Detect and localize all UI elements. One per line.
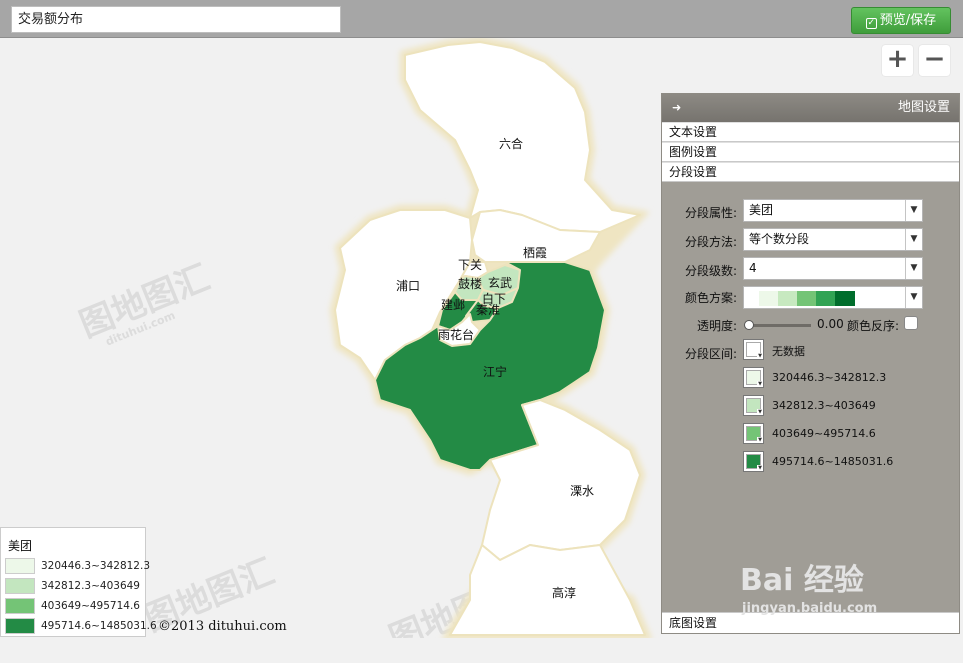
color-scheme-swatches (759, 291, 855, 306)
legend-swatch (5, 558, 35, 574)
chevron-down-icon: ▼ (757, 381, 763, 387)
zoom-in-button[interactable]: + (882, 45, 913, 76)
preview-save-button[interactable]: ✓ 预览/保存 (851, 7, 951, 34)
range-label: 495714.6~1485031.6 (772, 455, 894, 468)
reverse-colors-checkbox[interactable] (904, 316, 918, 330)
levels-label: 分段级数: (684, 264, 737, 278)
district-label: 高淳 (552, 585, 576, 600)
range-color-swatch[interactable]: ▼ (743, 367, 764, 388)
ranges-label: 分段区间: (684, 347, 737, 361)
range-label: 342812.3~403649 (772, 399, 876, 412)
attribute-select[interactable]: 美团 ▼ (743, 199, 923, 222)
levels-select[interactable]: 4 ▼ (743, 257, 923, 280)
legend-title: 美团 (8, 539, 33, 553)
baidu-logo-text: Bai 经验 (740, 563, 864, 598)
chevron-down-icon: ▼ (757, 353, 763, 359)
district-label: 浦口 (396, 279, 420, 293)
method-label: 分段方法: (684, 235, 737, 249)
range-color-swatch[interactable]: ▼ (743, 451, 764, 472)
attribute-value: 美团 (749, 203, 774, 217)
tab-legend-settings[interactable]: 图例设置 (662, 142, 959, 162)
opacity-slider-handle[interactable] (744, 320, 754, 330)
method-select[interactable]: 等个数分段 ▼ (743, 228, 923, 251)
district-label: 江宁 (483, 364, 507, 379)
district-gaochun[interactable] (449, 544, 646, 636)
zoom-out-button[interactable]: − (919, 45, 950, 76)
color-scheme-swatch (778, 291, 798, 306)
map-settings-panel: ➜ 地图设置 文本设置 图例设置 分段设置 分段属性: 美团 ▼ 分段方法: 等… (661, 93, 960, 634)
range-color-swatch[interactable]: ▼ (743, 339, 764, 360)
district-label: 下关 (458, 258, 482, 272)
top-toolbar: 交易额分布 ✓ 预览/保存 (0, 0, 963, 38)
color-scheme-swatch (759, 291, 779, 306)
chevron-down-icon[interactable]: ▼ (905, 200, 922, 221)
range-label: 无数据 (772, 345, 805, 358)
opacity-value: 0.00 (817, 317, 844, 331)
panel-header[interactable]: ➜ 地图设置 (662, 94, 959, 122)
legend-swatch (5, 598, 35, 614)
copyright-text: ©2013 dituhui.com (158, 619, 287, 634)
range-color-swatch[interactable]: ▼ (743, 423, 764, 444)
district-label: 雨花台 (438, 327, 474, 342)
range-label: 403649~495714.6 (772, 427, 876, 440)
legend-label: 342812.3~403649 (41, 580, 140, 592)
color-scheme-swatch (835, 291, 855, 306)
reverse-colors-label: 颜色反序: (847, 319, 900, 333)
district-label: 鼓楼 (458, 276, 482, 291)
preview-save-label: 预览/保存 (879, 13, 937, 28)
chevron-down-icon: ▼ (757, 409, 763, 415)
legend-swatch (5, 618, 35, 634)
map-title-input[interactable]: 交易额分布 (11, 6, 341, 33)
range-color-swatch[interactable]: ▼ (743, 395, 764, 416)
color-scheme-select[interactable]: ▼ (743, 286, 923, 309)
legend-label: 320446.3~342812.3 (41, 560, 150, 572)
color-scheme-label: 颜色方案: (684, 291, 737, 305)
district-label: 溧水 (570, 484, 594, 498)
opacity-label: 透明度: (696, 319, 737, 333)
legend-label: 495714.6~1485031.6 (41, 620, 157, 632)
legend-label: 403649~495714.6 (41, 600, 140, 612)
opacity-slider-track[interactable] (749, 324, 811, 327)
chevron-down-icon: ▼ (757, 465, 763, 471)
district-label: 六合 (499, 136, 523, 151)
tab-text-settings[interactable]: 文本设置 (662, 122, 959, 142)
range-label: 320446.3~342812.3 (772, 371, 887, 384)
color-scheme-swatch (816, 291, 836, 306)
chevron-down-icon[interactable]: ▼ (905, 287, 922, 308)
method-value: 等个数分段 (749, 232, 810, 246)
chevron-down-icon: ▼ (757, 437, 763, 443)
map-legend: 美团 320446.3~342812.3 342812.3~403649 40364… (0, 527, 157, 637)
chevron-down-icon[interactable]: ▼ (905, 258, 922, 279)
check-icon: ✓ (865, 18, 877, 29)
levels-value: 4 (749, 261, 757, 275)
district-label: 栖霞 (523, 245, 547, 260)
chevron-down-icon[interactable]: ▼ (905, 229, 922, 250)
district-label: 建邺 (441, 298, 465, 312)
baidu-url: jingyan.baidu.com (742, 601, 878, 616)
attribute-label: 分段属性: (684, 206, 737, 220)
color-scheme-swatch (797, 291, 817, 306)
baidu-watermark: Bai 经验 jingyan.baidu.com (740, 555, 877, 616)
tab-segment-settings[interactable]: 分段设置 (662, 162, 959, 182)
arrow-right-icon[interactable]: ➜ (672, 94, 681, 122)
district-label: 玄武 (488, 275, 512, 290)
district-label: 秦淮 (476, 303, 500, 317)
legend-swatch (5, 578, 35, 594)
panel-title: 地图设置 (897, 100, 950, 115)
